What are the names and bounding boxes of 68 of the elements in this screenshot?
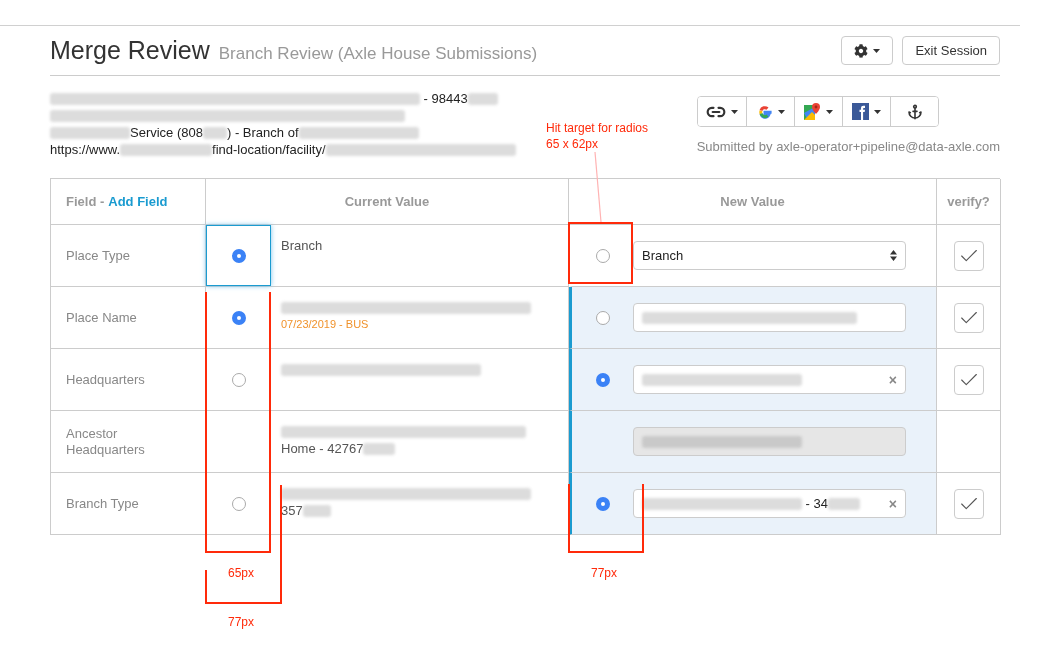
radio-button[interactable] — [231, 310, 246, 325]
annotation-text: 65 x 62px — [546, 136, 599, 152]
blurred-text — [828, 497, 860, 510]
radio-button[interactable] — [595, 496, 610, 511]
value-text: ) - Branch of — [227, 124, 299, 141]
value-text: Branch — [642, 248, 684, 263]
add-field-link[interactable]: Add Field — [108, 194, 168, 209]
page-title: Merge Review — [50, 36, 210, 65]
settings-button[interactable] — [841, 36, 894, 65]
column-header: Current Value — [206, 179, 569, 225]
anchor-icon — [906, 103, 923, 120]
submitted-by-text: Submitted by axle-operator+pipeline@data-axle.com — [696, 139, 1000, 154]
blurred-text — [302, 504, 331, 517]
radio-button[interactable] — [595, 248, 610, 263]
settings-icon — [854, 43, 869, 58]
clear-icon[interactable]: × — [888, 371, 897, 388]
field-label: Branch Type — [66, 495, 139, 512]
verify-button[interactable] — [953, 240, 984, 271]
value-text: - 98443 — [422, 90, 468, 107]
clear-icon[interactable]: × — [888, 495, 897, 512]
value-text: 357 — [281, 502, 303, 519]
caret-icon — [826, 109, 833, 114]
leader-line — [594, 152, 602, 222]
value-text: https://www. — [50, 141, 121, 158]
anchor-button[interactable] — [890, 97, 938, 126]
input-field[interactable] — [633, 303, 906, 332]
value-text: find-location/facility/ — [212, 141, 326, 158]
value-text: - 34 — [804, 496, 828, 511]
radio-button[interactable] — [595, 310, 610, 325]
caret-icon — [873, 48, 881, 53]
value-text: Home - 42767 — [281, 440, 364, 457]
caret-icon — [777, 109, 785, 114]
focused-radio-cell[interactable] — [206, 225, 271, 286]
google-icon — [756, 103, 773, 120]
annotation-text: Hit target for radios — [546, 120, 649, 136]
verify-button[interactable] — [953, 364, 984, 395]
radio-button[interactable] — [231, 248, 246, 263]
radio-button[interactable] — [231, 372, 246, 387]
radio-button[interactable] — [595, 372, 610, 387]
annotation-text: 77px — [228, 614, 255, 630]
field-label: Ancestor Headquarters — [66, 425, 146, 458]
blurred-text — [467, 92, 498, 105]
blurred-text — [363, 442, 396, 455]
radio-button[interactable] — [231, 496, 246, 511]
caret-icon — [731, 109, 738, 114]
select-arrows-icon — [890, 250, 897, 261]
facebook-icon — [852, 103, 869, 120]
field-label: Place Name — [66, 309, 137, 326]
select-field[interactable]: Branch — [633, 241, 906, 270]
page-subtitle: Branch Review (Axle House Submissions) — [218, 44, 538, 64]
exit-session-button[interactable]: Exit Session — [902, 36, 1000, 65]
hit-target-outline — [568, 222, 633, 284]
column-header: Field - — [66, 194, 105, 209]
value-text: Branch — [281, 237, 323, 254]
input-field[interactable]: - 34 × — [633, 489, 906, 518]
caret-icon — [874, 109, 881, 114]
verify-button[interactable] — [953, 488, 984, 519]
annotation-text: 77px — [591, 565, 618, 581]
column-header: verify? — [937, 179, 1001, 225]
input-field[interactable]: × — [633, 365, 906, 394]
value-text: Service (808 — [130, 124, 203, 141]
blurred-text — [203, 126, 227, 139]
verify-button[interactable] — [953, 302, 984, 333]
map-pin-icon — [804, 103, 821, 120]
annotation-text: 65px — [228, 565, 255, 581]
field-label: Headquarters — [66, 371, 145, 388]
field-label: Place Type — [66, 247, 131, 264]
source-note: 07/23/2019 - BUS — [281, 317, 370, 332]
